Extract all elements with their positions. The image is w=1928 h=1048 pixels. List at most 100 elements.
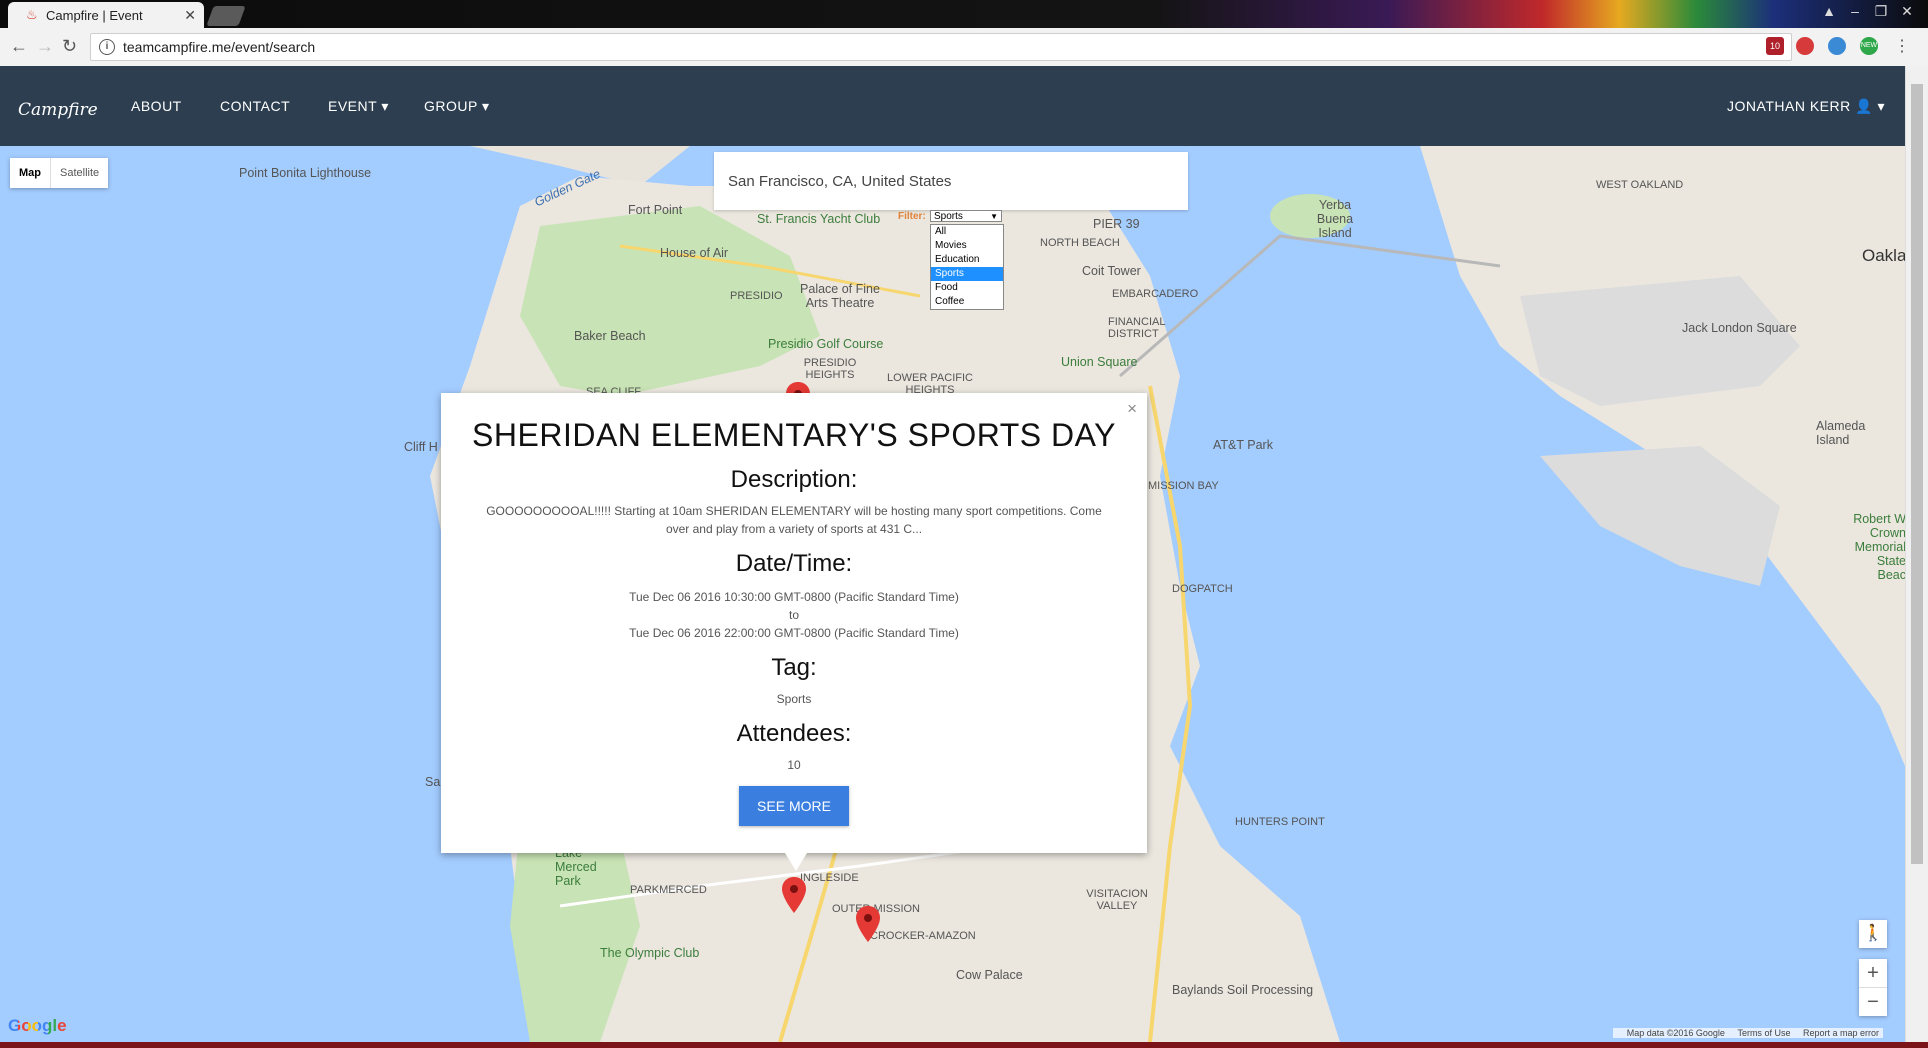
tag-heading: Tag: xyxy=(771,654,817,681)
map-label: Baylands Soil Processing xyxy=(1172,983,1314,997)
profile-icon[interactable]: ▲ xyxy=(1816,0,1842,22)
filter-option-movies[interactable]: Movies xyxy=(931,239,1003,253)
filter-option-all[interactable]: All xyxy=(931,225,1003,239)
scrollbar-thumb[interactable] xyxy=(1911,84,1923,864)
menu-kebab-icon[interactable]: ⋮ xyxy=(1894,36,1910,56)
map-label: Cow Palace xyxy=(956,968,1023,982)
zoom-in-button[interactable]: + xyxy=(1859,959,1887,988)
close-window-icon[interactable]: ✕ xyxy=(1894,0,1920,22)
map-label: AT&T Park xyxy=(1213,438,1273,452)
reload-icon[interactable]: ↻ xyxy=(62,36,77,57)
map-label: Palace of Fine Arts Theatre xyxy=(800,282,880,310)
event-to: to xyxy=(788,608,799,622)
google-logo-text: Google xyxy=(8,1016,67,1035)
record-extension-icon[interactable] xyxy=(1796,37,1814,55)
info-icon[interactable]: i xyxy=(99,39,115,55)
map-label: The Olympic Club xyxy=(600,946,700,960)
play-extension-icon[interactable] xyxy=(1828,37,1846,55)
url-text: teamcampfire.me/event/search xyxy=(123,39,316,55)
campfire-favicon-icon: ♨ xyxy=(26,7,38,22)
zoom-control: + − xyxy=(1859,959,1887,1016)
page-scrollbar[interactable] xyxy=(1905,66,1928,1042)
os-taskbar xyxy=(0,1042,1928,1048)
map-label: Point Bonita Lighthouse xyxy=(239,166,372,180)
url-field[interactable]: i teamcampfire.me/event/search ☆ xyxy=(90,33,1792,61)
nav-contact[interactable]: CONTACT xyxy=(220,98,290,114)
browser-titlebar: ♨ Campfire | Event ✕ ▲ – ❐ ✕ xyxy=(0,0,1928,28)
ublock-extension-icon[interactable]: 10 xyxy=(1766,37,1784,55)
nav-about[interactable]: ABOUT xyxy=(131,98,182,114)
map-label: Union Square xyxy=(1061,355,1138,369)
filter-select[interactable]: Sports ▼ xyxy=(930,210,1002,222)
map-label: Coit Tower xyxy=(1082,264,1141,278)
filter-label: Filter: xyxy=(898,211,926,222)
restore-icon[interactable]: ❐ xyxy=(1868,0,1894,22)
new-extension-icon[interactable]: NEW xyxy=(1860,37,1878,55)
browser-tab[interactable]: ♨ Campfire | Event ✕ xyxy=(8,2,204,28)
map-label: FINANCIAL DISTRICT xyxy=(1108,316,1166,340)
new-tab-button[interactable] xyxy=(206,6,246,26)
map-label: PIER 39 xyxy=(1093,217,1140,231)
datetime-heading: Date/Time: xyxy=(735,550,853,577)
attendees-heading: Attendees: xyxy=(736,720,852,747)
filter-option-coffee[interactable]: Coffee xyxy=(931,295,1003,309)
minimize-icon[interactable]: – xyxy=(1842,0,1868,22)
event-end: Tue Dec 06 2016 22:00:00 GMT-0800 (Pacif… xyxy=(629,626,959,640)
event-attendees: 10 xyxy=(787,758,801,772)
caret-down-icon: ▾ xyxy=(477,98,490,114)
tab-close-icon[interactable]: ✕ xyxy=(184,7,196,24)
back-icon[interactable]: ← xyxy=(10,36,28,57)
map-label: PRESIDIO xyxy=(730,290,783,302)
event-tag: Sports xyxy=(776,692,812,706)
address-bar: ← → ↻ i teamcampfire.me/event/search ☆ 1… xyxy=(0,28,1928,67)
location-search-input[interactable] xyxy=(726,168,1170,194)
forward-icon[interactable]: → xyxy=(36,36,54,57)
report-error-link[interactable]: Report a map error xyxy=(1803,1028,1879,1038)
tab-title: Campfire | Event xyxy=(46,7,143,23)
campfire-logo[interactable]: Campfire xyxy=(18,100,98,120)
see-more-button[interactable]: SEE MORE xyxy=(739,786,849,826)
map-label: WEST OAKLAND xyxy=(1596,179,1684,191)
dropdown-arrow-icon: ▼ xyxy=(990,212,998,221)
map-type-satellite-button[interactable]: Satellite xyxy=(50,158,108,188)
map-type-map-button[interactable]: Map xyxy=(10,158,50,188)
event-info-window: × SHERIDAN ELEMENTARY'S SPORTS DAY Descr… xyxy=(441,393,1147,853)
nav-event-label: EVENT xyxy=(328,98,377,114)
filter-option-sports[interactable]: Sports xyxy=(931,267,1003,281)
terms-link[interactable]: Terms of Use xyxy=(1737,1028,1790,1038)
map-label: MISSION BAY xyxy=(1148,480,1219,492)
street-view-pegman-icon[interactable]: 🚶 xyxy=(1859,920,1887,948)
app-navbar: Campfire ABOUT CONTACT EVENT ▾ GROUP ▾ J… xyxy=(0,66,1905,146)
map-label: St. Francis Yacht Club xyxy=(757,212,881,226)
nav-event-dropdown[interactable]: EVENT ▾ xyxy=(328,98,389,115)
map-label: HUNTERS POINT xyxy=(1235,816,1325,828)
map-label: Jack London Square xyxy=(1682,321,1797,335)
event-title: SHERIDAN ELEMENTARY'S SPORTS DAY xyxy=(472,417,1116,453)
event-marker-pin[interactable] xyxy=(782,877,806,913)
nav-group-label: GROUP xyxy=(424,98,478,114)
extension-badge: 10 xyxy=(1769,41,1780,51)
event-marker-pin[interactable] xyxy=(856,906,880,942)
event-start: Tue Dec 06 2016 10:30:00 GMT-0800 (Pacif… xyxy=(629,590,959,604)
close-icon[interactable]: × xyxy=(1127,399,1137,419)
description-heading: Description: xyxy=(730,466,858,493)
map-label: House of Air xyxy=(660,246,729,260)
map-label: Sa xyxy=(425,775,441,789)
map-label: PRESIDIO HEIGHTS xyxy=(803,357,857,381)
filter-option-education[interactable]: Education xyxy=(931,253,1003,267)
filter-options-list: All Movies Education Sports Food Coffee xyxy=(930,224,1004,310)
user-name: JONATHAN KERR xyxy=(1727,98,1851,114)
user-icon: 👤 xyxy=(1855,98,1874,114)
google-logo: Google xyxy=(8,1016,67,1036)
map-label: NORTH BEACH xyxy=(1040,237,1120,249)
map-data-credit: Map data ©2016 Google xyxy=(1626,1028,1725,1038)
user-menu[interactable]: JONATHAN KERR 👤 ▾ xyxy=(1727,98,1885,115)
map-label: Oakla xyxy=(1862,246,1905,265)
nav-group-dropdown[interactable]: GROUP ▾ xyxy=(424,98,490,115)
map-label: VISITACION VALLEY xyxy=(1086,888,1148,912)
filter-option-food[interactable]: Food xyxy=(931,281,1003,295)
caret-down-icon: ▾ xyxy=(1877,98,1885,114)
zoom-out-button[interactable]: − xyxy=(1859,988,1887,1016)
map-label: Alameda Island xyxy=(1816,419,1866,447)
filter-selected-value: Sports xyxy=(934,211,963,222)
